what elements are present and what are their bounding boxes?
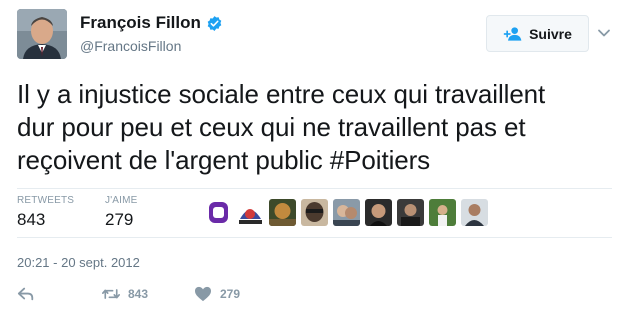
liker-avatar[interactable] [301, 199, 328, 226]
retweet-count: 843 [128, 287, 149, 301]
tweet-actions: 843 279 [17, 286, 240, 302]
likes-label: J'AIME [105, 195, 138, 206]
liker-avatar[interactable] [205, 199, 232, 226]
retweets-count: 843 [17, 210, 46, 229]
liker-avatars [205, 199, 488, 226]
tweet-timestamp[interactable]: 20:21 - 20 sept. 2012 [17, 255, 140, 270]
liker-avatar[interactable] [365, 199, 392, 226]
like-button[interactable]: 279 [194, 286, 240, 302]
liker-avatar[interactable] [333, 199, 360, 226]
tweet-line: dur pour peu et ceux qui ne travaillent … [17, 112, 526, 142]
divider [17, 237, 612, 238]
follow-button[interactable]: Suivre [486, 15, 589, 52]
tweet-text: Il y a injustice sociale entre ceux qui … [17, 78, 617, 177]
divider [17, 188, 612, 189]
avatar-image [17, 9, 67, 59]
reply-icon [17, 287, 34, 301]
likes-stat[interactable]: J'AIME 279 [105, 195, 138, 230]
follow-person-icon [503, 26, 522, 41]
author-handle[interactable]: @FrancoisFillon [80, 38, 181, 54]
liker-avatar[interactable] [429, 199, 456, 226]
like-icon [195, 286, 211, 302]
tweet-line: Il y a injustice sociale entre ceux qui … [17, 79, 546, 109]
likes-count: 279 [105, 210, 134, 229]
chevron-down-icon[interactable] [597, 26, 611, 40]
follow-button-label: Suivre [529, 25, 572, 42]
liker-avatar[interactable] [461, 199, 488, 226]
like-count: 279 [220, 287, 241, 301]
tweet-line: reçoivent de l'argent public #Poitiers [17, 145, 431, 175]
retweet-icon [102, 289, 120, 299]
liker-avatar[interactable] [397, 199, 424, 226]
retweets-label: RETWEETS [17, 195, 75, 206]
author-name-text[interactable]: François Fillon [80, 13, 201, 33]
verified-badge-icon [207, 15, 222, 31]
liker-avatar[interactable] [237, 199, 264, 226]
retweet-button[interactable]: 843 [102, 286, 194, 302]
reply-button[interactable] [17, 286, 102, 302]
author-name[interactable]: François Fillon [80, 13, 223, 33]
author-avatar[interactable] [17, 9, 67, 59]
retweets-stat[interactable]: RETWEETS 843 [17, 195, 74, 230]
liker-avatar[interactable] [269, 199, 296, 226]
